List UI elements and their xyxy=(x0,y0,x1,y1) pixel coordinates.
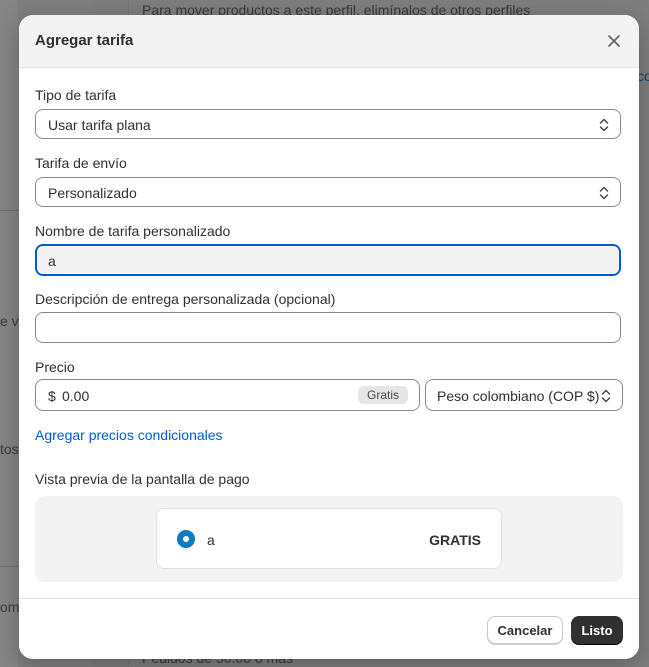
shipping-rate-label: Tarifa de envío xyxy=(35,155,127,171)
close-button[interactable] xyxy=(603,30,625,52)
price-input[interactable]: $ 0.00 Gratis xyxy=(35,379,420,411)
rate-type-value: Usar tarifa plana xyxy=(48,117,151,133)
select-chevron-icon xyxy=(601,389,611,403)
dialog-footer: Cancelar Listo xyxy=(19,598,639,659)
select-chevron-icon xyxy=(599,186,609,200)
shipping-rate-select[interactable]: Personalizado xyxy=(35,177,621,207)
preview-option-name: a xyxy=(207,532,215,548)
cancel-button[interactable]: Cancelar xyxy=(487,616,563,644)
add-conditional-prices-link[interactable]: Agregar precios condicionales xyxy=(35,427,223,443)
background-divider xyxy=(0,566,18,567)
background-divider xyxy=(0,210,18,211)
currency-select[interactable]: Peso colombiano (COP $) xyxy=(425,379,623,411)
price-label: Precio xyxy=(35,359,75,375)
custom-description-label: Descripción de entrega personalizada (op… xyxy=(35,291,336,307)
rate-type-select[interactable]: Usar tarifa plana xyxy=(35,109,621,139)
select-chevron-icon xyxy=(599,118,609,132)
custom-description-input[interactable] xyxy=(35,312,621,343)
close-icon xyxy=(608,35,620,47)
custom-name-value: a xyxy=(48,253,56,269)
preview-shipping-option: a GRATIS xyxy=(156,508,502,569)
dialog-title: Agregar tarifa xyxy=(35,32,134,49)
currency-prefix: $ xyxy=(48,388,56,404)
dialog-header: Agregar tarifa xyxy=(19,15,639,68)
radio-selected-icon xyxy=(177,530,195,548)
checkout-preview: a GRATIS xyxy=(35,496,623,582)
background-text-fragment: om xyxy=(0,599,20,615)
rate-type-label: Tipo de tarifa xyxy=(35,87,117,103)
free-badge: Gratis xyxy=(357,386,408,404)
done-button[interactable]: Listo xyxy=(571,616,623,644)
checkout-preview-label: Vista previa de la pantalla de pago xyxy=(35,471,250,487)
custom-name-label: Nombre de tarifa personalizado xyxy=(35,223,231,239)
custom-name-input[interactable]: a xyxy=(35,244,621,276)
preview-option-price: GRATIS xyxy=(429,532,481,548)
price-value: 0.00 xyxy=(62,388,90,404)
shipping-rate-value: Personalizado xyxy=(48,185,137,201)
add-rate-dialog: Agregar tarifa Tipo de tarifa Usar tarif… xyxy=(19,15,639,659)
currency-value: Peso colombiano (COP $) xyxy=(437,388,600,404)
